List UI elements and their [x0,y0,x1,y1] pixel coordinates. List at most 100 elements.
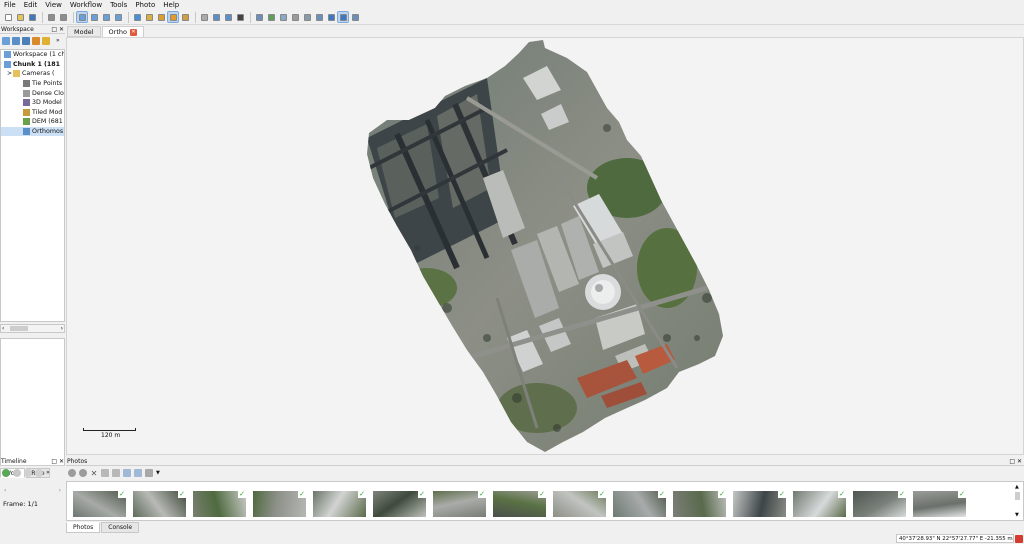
dem-icon[interactable] [326,12,336,22]
texture-icon[interactable] [302,12,312,22]
more-chevron-icon[interactable]: » [56,37,60,44]
menu-tools[interactable]: Tools [106,0,131,10]
tree-item[interactable]: Workspace (1 chu [1,50,64,60]
add-folder-icon[interactable] [22,36,30,45]
photo-thumbnail[interactable]: ✓ [613,491,666,517]
remove-camera-icon[interactable]: ✕ [90,469,98,478]
marker-icon[interactable] [156,12,166,22]
open-icon[interactable] [15,12,25,22]
photo-thumbnail[interactable]: ✓ [313,491,366,517]
refresh-icon[interactable] [199,12,209,22]
rotate-right-icon[interactable] [112,469,120,477]
undo-icon[interactable] [46,12,56,22]
menu-view[interactable]: View [41,0,66,10]
tree-item-label: Tie Points [32,80,63,88]
ortho-viewport[interactable]: 120 m [66,37,1024,455]
orthomosaic-image[interactable] [67,38,1024,455]
rotate-left-icon[interactable] [101,469,109,477]
thumbnails-icon[interactable] [134,469,142,477]
more-chevron-icon[interactable]: » [46,469,50,476]
dropdown-arrow-icon[interactable]: ▼ [156,470,160,476]
menu-file[interactable]: File [0,0,20,10]
photo-thumbnail[interactable]: ✓ [253,491,306,517]
save-icon[interactable] [27,12,37,22]
scroll-down-icon[interactable]: ▼ [1015,512,1019,518]
enable-camera-icon[interactable] [68,469,76,477]
enable-icon[interactable] [42,36,50,45]
new-icon[interactable] [3,12,13,22]
grid-view-icon[interactable] [145,469,153,477]
tree-item[interactable]: > Cameras ( [1,69,64,79]
move-icon[interactable] [89,12,99,22]
add-photos-icon[interactable] [12,36,20,45]
photo-thumbnail[interactable]: ✓ [493,491,546,517]
disable-camera-icon[interactable] [79,469,87,477]
menu-edit[interactable]: Edit [20,0,42,10]
workspace-panel: Workspace □ ✕ » Workspace (1 chuvChunk 1… [0,25,65,478]
photo-thumbnail[interactable]: ✓ [73,491,126,517]
photo-thumbnail[interactable]: ✓ [553,491,606,517]
add-frame-icon[interactable] [2,468,10,477]
details-icon[interactable] [123,469,131,477]
photo-thumbnail[interactable]: ✓ [913,491,966,517]
menu-workflow[interactable]: Workflow [66,0,106,10]
tab-ortho[interactable]: Ortho ✕ [101,26,144,37]
panel-controls[interactable]: □ ✕ [1009,457,1022,466]
select-icon[interactable] [113,12,123,22]
photo-thumbnail[interactable]: ✓ [133,491,186,517]
scroll-right-icon[interactable]: › [61,325,63,332]
ortho-icon[interactable] [337,11,349,23]
add-chunk-icon[interactable] [2,36,10,45]
tree-item[interactable]: Tie Points [1,79,64,89]
redo-icon[interactable] [58,12,68,22]
ruler-icon[interactable] [144,12,154,22]
tree-item[interactable]: Tiled Mod [1,108,64,118]
remove-icon[interactable] [32,36,40,45]
zoom-out-icon[interactable] [223,12,233,22]
scroll-left-icon[interactable]: ‹ [2,325,4,332]
scrollbar-thumb[interactable] [10,326,28,331]
photo-thumbnail[interactable]: ✓ [193,491,246,517]
tree-horizontal-scrollbar[interactable]: ‹ › [0,324,65,333]
tiled-icon[interactable] [314,12,324,22]
photo-thumbnail[interactable]: ✓ [853,491,906,517]
menu-help[interactable]: Help [159,0,183,10]
zoom-in-icon[interactable] [211,12,221,22]
remove-frame-icon[interactable] [13,468,21,477]
stop-icon[interactable] [35,468,43,477]
grid-icon[interactable] [254,12,264,22]
tab-console[interactable]: Console [101,522,140,533]
cloud-icon[interactable] [290,12,300,22]
tree-item[interactable]: vChunk 1 (181 [1,60,64,70]
sphere-icon[interactable] [180,12,190,22]
tree-item[interactable]: Dense Clo [1,88,64,98]
scroll-up-icon[interactable]: ▲ [1015,484,1019,490]
play-icon[interactable] [24,468,32,477]
tab-model[interactable]: Model [67,26,101,37]
tree-item[interactable]: Orthomos [1,126,64,137]
thumbs-icon[interactable] [278,12,288,22]
tree-item[interactable]: DEM (681 [1,117,64,127]
photo-thumbnail[interactable]: ✓ [673,491,726,517]
rotate-icon[interactable] [101,12,111,22]
photo-thumbnail[interactable]: ✓ [373,491,426,517]
photo-thumbnail[interactable]: ✓ [733,491,786,517]
panel-controls[interactable]: □ ✕ [51,25,64,34]
scrollbar-thumb[interactable] [1015,492,1020,500]
photo-thumbnail[interactable]: ✓ [433,491,486,517]
shape-icon[interactable] [167,11,179,23]
close-tab-icon[interactable]: ✕ [129,28,137,36]
pointer-icon[interactable] [350,12,360,22]
panel-controls[interactable]: □ ✕ [51,457,64,466]
rectangle-icon[interactable] [132,12,142,22]
photos-vertical-scrollbar[interactable]: ▲ ▼ [1014,484,1021,518]
navigate-icon[interactable] [76,11,88,23]
next-frame-icon[interactable]: › [59,487,61,494]
tree-item[interactable]: 3D Model [1,98,64,108]
prev-frame-icon[interactable]: ‹ [4,487,6,494]
menu-photo[interactable]: Photo [131,0,159,10]
photo-thumbnail[interactable]: ✓ [793,491,846,517]
pie-icon[interactable] [235,12,245,22]
tab-photos[interactable]: Photos [66,522,101,533]
layers-icon[interactable] [266,12,276,22]
